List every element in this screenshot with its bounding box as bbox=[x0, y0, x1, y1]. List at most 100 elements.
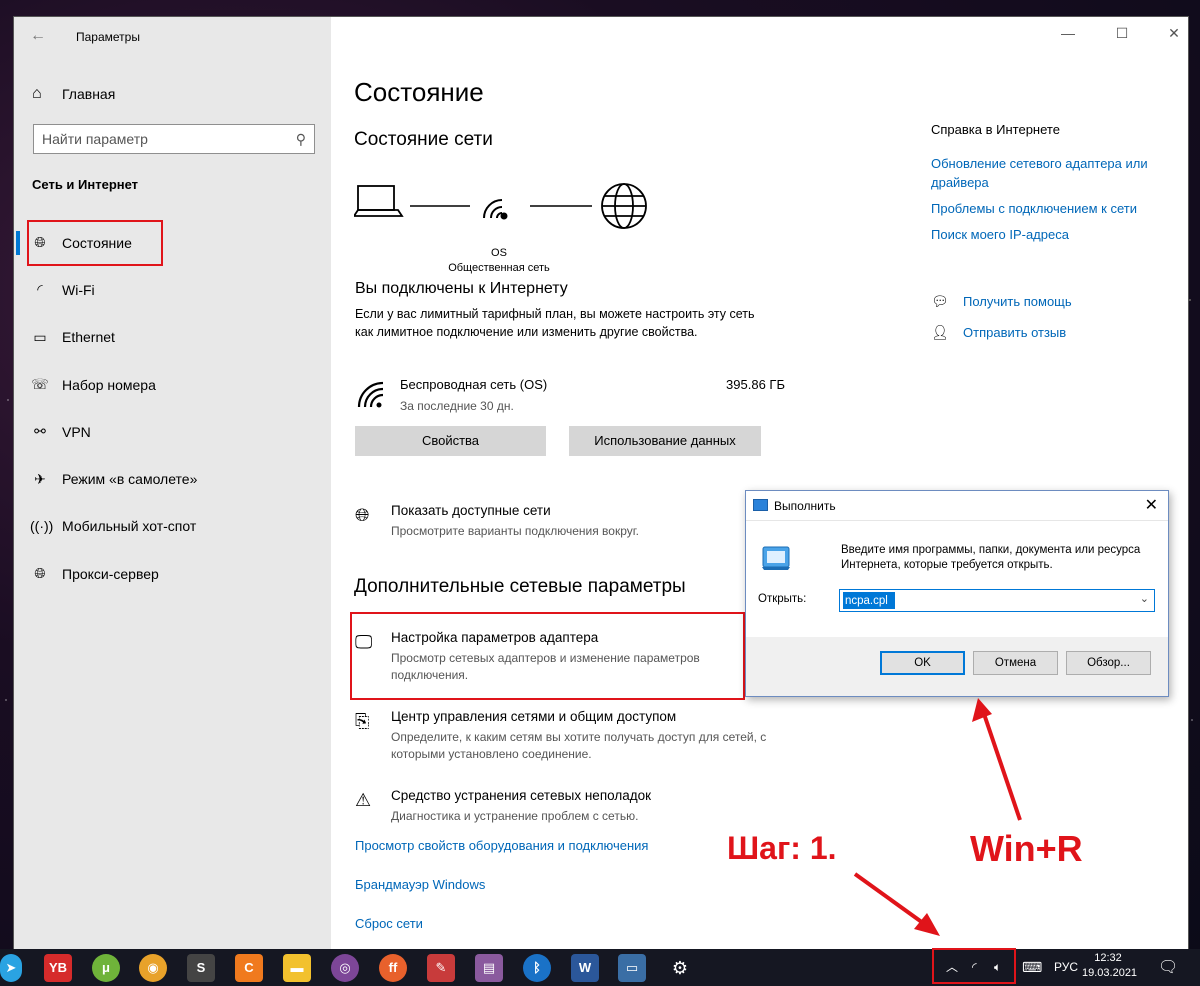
search-input[interactable] bbox=[42, 131, 296, 147]
sidebar-nav: 🌐︎ Состояние ◜ Wi-Fi ▭ Ethernet ☏ Набор … bbox=[14, 219, 331, 597]
sidebar-item-ethernet[interactable]: ▭ Ethernet bbox=[14, 314, 331, 361]
get-help-link[interactable]: 💬︎ Получить помощь bbox=[931, 293, 1072, 310]
dialup-icon: ☏ bbox=[31, 376, 49, 393]
paint-icon[interactable]: ✎ bbox=[427, 954, 455, 982]
sidebar-item-proxy[interactable]: 🌐︎ Прокси-сервер bbox=[14, 550, 331, 597]
run-program-icon bbox=[762, 546, 790, 570]
connected-description: Если у вас лимитный тарифный план, вы мо… bbox=[355, 307, 755, 339]
run-dialog-title: Выполнить bbox=[774, 499, 836, 513]
globe-icon: 🌐︎ bbox=[355, 505, 370, 525]
keyboard-icon[interactable]: ⌨ bbox=[1022, 949, 1042, 986]
chevron-down-icon[interactable]: ⌄ bbox=[1140, 592, 1149, 605]
network-type: Общественная сеть bbox=[448, 262, 550, 274]
connection-usage: 395.86 ГБ bbox=[726, 377, 785, 392]
network-share-icon: ⎘ bbox=[355, 711, 370, 731]
highlight-box-tray bbox=[932, 948, 1016, 984]
settings-app-icon[interactable]: ▭ bbox=[618, 954, 646, 982]
language-indicator[interactable]: РУС bbox=[1054, 949, 1078, 986]
chat-icon: 💬︎ bbox=[931, 293, 949, 309]
troubleshooter-item[interactable]: ⚠ Средство устранения сетевых неполадок … bbox=[355, 788, 775, 828]
sidebar-item-airplane[interactable]: ✈ Режим «в самолете» bbox=[14, 455, 331, 502]
firefox-icon[interactable]: ff bbox=[379, 954, 407, 982]
minimize-button[interactable]: — bbox=[1053, 25, 1083, 41]
telegram-icon[interactable]: ➤ bbox=[0, 954, 22, 982]
cancel-button[interactable]: Отмена bbox=[973, 651, 1058, 675]
browse-button[interactable]: Обзор... bbox=[1066, 651, 1151, 675]
network-status-title: Состояние сети bbox=[354, 129, 493, 150]
show-networks-item[interactable]: 🌐︎ Показать доступные сети Просмотрите в… bbox=[355, 503, 775, 543]
data-usage-button[interactable]: Использование данных bbox=[569, 426, 761, 456]
explorer-icon[interactable]: ▬ bbox=[283, 954, 311, 982]
sidebar-item-hotspot[interactable]: ((·)) Мобильный хот-спот bbox=[14, 503, 331, 550]
hardware-properties-link[interactable]: Просмотр свойств оборудования и подключе… bbox=[355, 838, 648, 853]
help-link-update-driver[interactable]: Обновление сетевого адаптера или драйвер… bbox=[931, 154, 1171, 192]
network-reset-link[interactable]: Сброс сети bbox=[355, 916, 423, 931]
sidebar-item-label: Режим «в самолете» bbox=[62, 471, 198, 488]
bluetooth-icon[interactable]: ᛒ bbox=[523, 954, 551, 982]
connection-row: Беспроводная сеть (OS) За последние 30 д… bbox=[355, 373, 785, 413]
vpn-icon: ⚯ bbox=[34, 423, 46, 440]
sharing-center-desc: Определите, к каким сетям вы хотите полу… bbox=[391, 730, 767, 761]
back-button[interactable]: ← bbox=[30, 25, 50, 47]
sidebar-item-dialup[interactable]: ☏ Набор номера bbox=[14, 361, 331, 408]
highlight-box-status bbox=[27, 220, 163, 266]
sublime-icon[interactable]: S bbox=[187, 954, 215, 982]
utorrent-icon[interactable]: μ bbox=[92, 954, 120, 982]
sidebar-item-wifi[interactable]: ◜ Wi-Fi bbox=[14, 266, 331, 313]
troubleshooter-desc: Диагностика и устранение проблем с сетью… bbox=[391, 809, 639, 823]
sidebar-item-label: VPN bbox=[62, 423, 91, 440]
winrar-icon[interactable]: ▤ bbox=[475, 954, 503, 982]
maximize-button[interactable]: ☐ bbox=[1107, 25, 1137, 42]
step-annotation: Шаг: 1. bbox=[727, 830, 837, 866]
sidebar: ← Параметры ⌂ Главная ⚲ Сеть и Интернет … bbox=[14, 17, 331, 949]
help-link-find-ip[interactable]: Поиск моего IP-адреса bbox=[931, 225, 1171, 244]
home-icon: ⌂ bbox=[32, 85, 42, 102]
gear-icon[interactable]: ⚙ bbox=[666, 954, 694, 982]
ok-button[interactable]: OK bbox=[880, 651, 965, 675]
feedback-icon: 👤︎ bbox=[931, 324, 949, 340]
network-name: OS bbox=[491, 247, 507, 259]
close-button[interactable]: ✕ bbox=[1159, 25, 1188, 42]
open-combobox[interactable]: ⌄ bbox=[839, 589, 1155, 612]
connected-title: Вы подключены к Интернету bbox=[355, 280, 568, 297]
page-title: Состояние bbox=[354, 77, 484, 107]
open-label: Открыть: bbox=[758, 593, 807, 605]
chrome-icon[interactable]: ◉ bbox=[139, 954, 167, 982]
search-icon: ⚲ bbox=[295, 130, 306, 147]
hotkey-annotation: Win+R bbox=[970, 828, 1083, 869]
sidebar-item-vpn[interactable]: ⚯ VPN bbox=[14, 408, 331, 455]
highlight-box-adapter bbox=[350, 612, 745, 700]
yandex-browser-icon[interactable]: YB bbox=[44, 954, 72, 982]
home-nav-item[interactable]: ⌂ Главная bbox=[28, 79, 318, 109]
network-diagram: OS Общественная сеть bbox=[352, 180, 654, 274]
airplane-icon: ✈ bbox=[34, 470, 46, 487]
ccleaner-icon[interactable]: C bbox=[235, 954, 263, 982]
sharing-center-item[interactable]: ⎘ Центр управления сетями и общим доступ… bbox=[355, 709, 775, 761]
sidebar-item-label: Прокси-сервер bbox=[62, 565, 159, 582]
sidebar-item-label: Набор номера bbox=[62, 376, 156, 393]
open-input[interactable] bbox=[843, 592, 895, 609]
word-icon[interactable]: W bbox=[571, 954, 599, 982]
help-link-connection-problems[interactable]: Проблемы с подключением к сети bbox=[931, 199, 1171, 218]
tor-icon[interactable]: ◎ bbox=[331, 954, 359, 982]
warning-icon: ⚠ bbox=[355, 790, 372, 810]
properties-button[interactable]: Свойства bbox=[355, 426, 546, 456]
clock-date: 19.03.2021 bbox=[1082, 967, 1138, 979]
notification-icon[interactable]: 🗨︎ bbox=[1158, 949, 1178, 986]
window-title: Параметры bbox=[76, 30, 140, 44]
wifi-icon bbox=[483, 199, 508, 220]
network-diagram-graphic bbox=[352, 183, 647, 229]
sidebar-item-label: Ethernet bbox=[62, 329, 115, 346]
feedback-label: Отправить отзыв bbox=[963, 325, 1067, 340]
clock[interactable]: 12:32 19.03.2021 bbox=[1082, 951, 1138, 981]
run-dialog-description: Введите имя программы, папки, документа … bbox=[841, 544, 1141, 571]
firewall-link[interactable]: Брандмауэр Windows bbox=[355, 877, 485, 892]
search-box[interactable]: ⚲ bbox=[33, 124, 315, 154]
show-networks-desc: Просмотрите варианты подключения вокруг. bbox=[391, 524, 639, 538]
wifi-icon: ◜ bbox=[37, 281, 43, 298]
sidebar-item-label: Wi-Fi bbox=[62, 281, 95, 298]
sharing-center-title: Центр управления сетями и общим доступом bbox=[391, 709, 677, 724]
feedback-link[interactable]: 👤︎ Отправить отзыв bbox=[931, 324, 1066, 341]
taskbar: ➤ YB μ ◉ S C ▬ ◎ ff ✎ ▤ ᛒ W ▭ ⚙ ︿ ◜ 🔈︎ ⌨… bbox=[0, 949, 1200, 986]
run-dialog-close-button[interactable]: ✕ bbox=[1145, 495, 1158, 515]
